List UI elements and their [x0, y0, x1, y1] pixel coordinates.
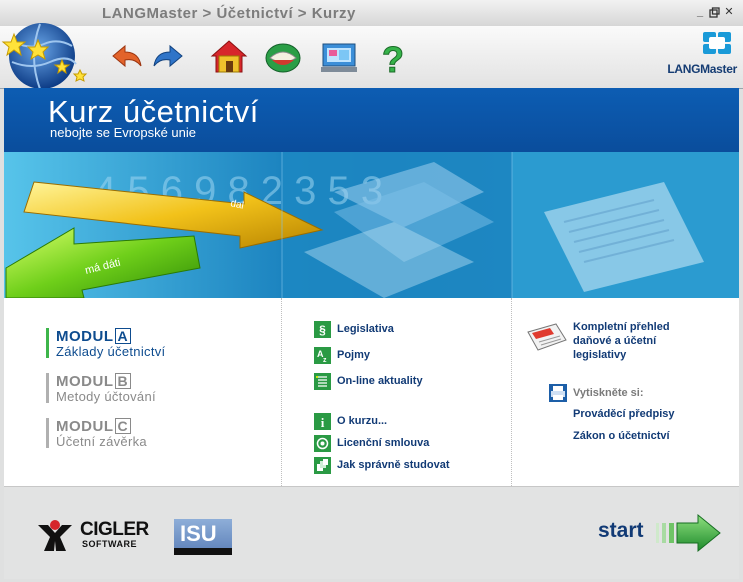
- langmaster-logo: LANGMaster: [647, 32, 737, 78]
- module-word: MODUL: [56, 373, 114, 390]
- course-header: Kurz účetnictví nebojte se Evropské unie: [4, 88, 739, 152]
- module-word: MODUL: [56, 418, 114, 435]
- news-icon: [314, 373, 331, 390]
- home-icon[interactable]: [208, 36, 250, 78]
- isu-logo-text: ISU: [180, 521, 217, 546]
- svg-text:z: z: [323, 357, 327, 364]
- restore-icon[interactable]: [708, 7, 720, 18]
- link-label: Licenční smlouva: [337, 437, 430, 449]
- module-a-link[interactable]: MODUL A Základy účetnictví: [46, 328, 266, 364]
- svg-text:?: ?: [382, 39, 404, 78]
- module-b-link[interactable]: MODUL B Metody účtování: [46, 373, 266, 409]
- link-label: Legislativa: [337, 323, 394, 335]
- print-heading: Vytiskněte si:: [573, 387, 644, 399]
- print-section: Vytiskněte si: Prováděcí předpisy Zákon …: [549, 384, 719, 454]
- start-arrow-icon: [656, 513, 721, 553]
- globe-logo-icon: [1, 23, 88, 90]
- overview-line: Kompletní přehled: [573, 321, 670, 333]
- langmaster-logo-icon: [703, 32, 731, 54]
- back-arrow-icon[interactable]: [107, 36, 149, 78]
- app-window: LANGMaster > Účetnictví > Kurzy _ ✕ ? LA…: [0, 0, 743, 582]
- close-icon[interactable]: ✕: [723, 7, 735, 18]
- inactive-indicator: [46, 418, 49, 448]
- brand-name: LANGMaster: [667, 62, 737, 76]
- paragraph-icon: §: [314, 321, 331, 338]
- divider: [511, 298, 512, 486]
- overview-line: daňové a účetní: [573, 335, 657, 347]
- overview-line: legislativy: [573, 349, 627, 361]
- cigler-software-logo: CIGLER SOFTWARE: [38, 517, 156, 553]
- info-icon: i: [314, 413, 331, 430]
- inactive-indicator: [46, 373, 49, 403]
- printer-icon: [549, 384, 567, 402]
- module-c-link[interactable]: MODUL C Účetní závěrka: [46, 418, 266, 454]
- cigler-logo-icon: [38, 520, 72, 551]
- link-label: Pojmy: [337, 349, 371, 361]
- license-icon: [314, 435, 331, 452]
- cigler-logo-text: CIGLER: [80, 519, 149, 540]
- study-icon: [314, 457, 331, 474]
- module-letter: A: [114, 328, 132, 344]
- window-title: LANGMaster > Účetnictví > Kurzy: [102, 5, 356, 22]
- banner-illustration: 4 5 6 9 8 2 3 5 3 dal má dáti: [4, 152, 739, 298]
- print-link-zakon-o-ucetnictvi[interactable]: Zákon o účetnictví: [573, 430, 670, 442]
- toolbar: ? LANGMaster: [0, 23, 743, 90]
- content-panel: MODUL A Základy účetnictví MODUL B Metody …: [4, 298, 739, 486]
- overview-link[interactable]: Kompletní přehled daňové a účetní legisl…: [526, 320, 716, 366]
- link-label: On-line aktuality: [337, 375, 423, 387]
- forward-arrow-icon[interactable]: [146, 36, 188, 78]
- print-link-provadeci-predpisy[interactable]: Prováděcí předpisy: [573, 408, 675, 420]
- footer: CIGLER SOFTWARE ISU start: [4, 486, 739, 579]
- banner-image: 4 5 6 9 8 2 3 5 3 dal má dáti: [4, 152, 739, 298]
- module-letter: B: [114, 373, 132, 389]
- active-indicator: [46, 328, 49, 358]
- module-name: Účetní závěrka: [56, 434, 147, 449]
- dictionary-icon: Az: [314, 347, 331, 364]
- module-letter: C: [114, 418, 132, 434]
- book-icon[interactable]: [262, 36, 304, 78]
- link-label: O kurzu...: [337, 415, 388, 427]
- svg-text:§: §: [319, 323, 326, 337]
- isu-logo: ISU: [174, 519, 232, 555]
- document-icon: [527, 323, 567, 351]
- cigler-logo-subtext: SOFTWARE: [82, 539, 137, 549]
- module-name: Základy účetnictví: [56, 344, 166, 359]
- help-icon[interactable]: ?: [372, 36, 414, 79]
- svg-text:i: i: [321, 415, 325, 430]
- start-button[interactable]: start: [594, 513, 722, 553]
- link-label: Jak správně studovat: [337, 459, 450, 471]
- start-label: start: [598, 519, 644, 542]
- module-word: MODUL: [56, 328, 114, 345]
- divider: [281, 298, 282, 486]
- module-name: Metody účtování: [56, 389, 156, 404]
- computer-icon[interactable]: [318, 36, 360, 78]
- title-bar[interactable]: LANGMaster > Účetnictví > Kurzy _ ✕: [0, 0, 743, 27]
- minimize-icon[interactable]: _: [694, 7, 706, 18]
- page-subtitle: nebojte se Evropské unie: [50, 125, 196, 140]
